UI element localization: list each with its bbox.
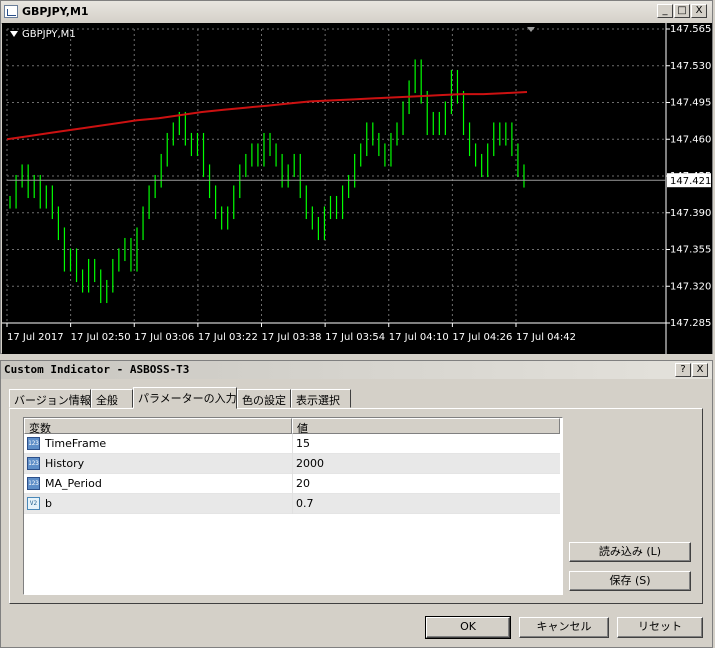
custom-indicator-dialog: Custom Indicator - ASBOSS-T3 ? X バージョン情報…: [0, 360, 713, 648]
x-tick-label: 17 Jul 03:38: [262, 332, 322, 343]
minimize-button[interactable]: _: [657, 4, 673, 18]
column-header-value[interactable]: 値: [292, 418, 560, 435]
chart-window-icon: [4, 5, 18, 18]
x-tick-label: 17 Jul 04:10: [389, 332, 449, 343]
moving-average-line: [6, 91, 528, 141]
double-type-icon: V2: [27, 497, 40, 510]
tab-parameters[interactable]: パラメーターの入力: [133, 387, 237, 409]
price-chart[interactable]: 147.565147.530147.495147.460147.425147.3…: [2, 23, 712, 354]
close-button[interactable]: X: [691, 4, 707, 18]
parameters-table: 変数 値 123 TimeFrame 15 123 History 2000 1…: [23, 417, 563, 595]
chart-symbol-label: GBPJPY,M1: [10, 29, 76, 40]
load-button[interactable]: 読み込み (L): [569, 542, 691, 562]
param-value[interactable]: 20: [296, 477, 310, 490]
y-tick-label: 147.460: [670, 134, 711, 145]
y-tick-label: 147.285: [670, 318, 711, 329]
x-tick-label: 17 Jul 03:06: [134, 332, 194, 343]
ok-button[interactable]: OK: [425, 616, 511, 639]
param-value[interactable]: 0.7: [296, 497, 314, 510]
chart-canvas: 147.565147.530147.495147.460147.425147.3…: [2, 23, 711, 354]
dialog-title: Custom Indicator - ASBOSS-T3: [4, 363, 190, 376]
param-name: b: [45, 497, 52, 510]
column-divider: [292, 434, 293, 514]
chart-symbol-text: GBPJPY,M1: [22, 29, 76, 40]
chart-window-title: GBPJPY,M1: [22, 5, 89, 18]
x-tick-label: 17 Jul 04:42: [516, 332, 576, 343]
x-tick-label: 17 Jul 04:26: [452, 332, 512, 343]
tab-colors[interactable]: 色の設定: [237, 389, 291, 408]
integer-type-icon: 123: [27, 477, 40, 490]
chart-window: GBPJPY,M1 _ □ X 147.565 147.530 147.495 147…: [0, 0, 713, 354]
integer-type-icon: 123: [27, 457, 40, 470]
current-price-label: 147.421: [670, 176, 711, 187]
cancel-button[interactable]: キャンセル: [519, 617, 609, 638]
integer-type-icon: 123: [27, 437, 40, 450]
y-tick-label: 147.320: [670, 281, 711, 292]
maximize-button[interactable]: □: [674, 4, 690, 18]
y-tick-label: 147.390: [670, 208, 711, 219]
x-tick-label: 17 Jul 02:50: [71, 332, 131, 343]
help-button[interactable]: ?: [675, 363, 691, 377]
param-name: History: [45, 457, 85, 470]
column-header-variable[interactable]: 変数: [24, 418, 292, 435]
param-name: MA_Period: [45, 477, 102, 490]
dialog-close-button[interactable]: X: [692, 363, 708, 377]
param-value[interactable]: 2000: [296, 457, 324, 470]
param-value[interactable]: 15: [296, 437, 310, 450]
parameters-panel: 変数 値 123 TimeFrame 15 123 History 2000 1…: [9, 408, 703, 604]
dialog-titlebar[interactable]: Custom Indicator - ASBOSS-T3 ? X: [1, 361, 712, 379]
y-tick-label: 147.565: [670, 24, 711, 35]
reset-button[interactable]: リセット: [617, 617, 703, 638]
chart-titlebar[interactable]: GBPJPY,M1 _ □ X: [1, 1, 712, 24]
param-name: TimeFrame: [45, 437, 107, 450]
save-button[interactable]: 保存 (S): [569, 571, 691, 591]
tab-version-info[interactable]: バージョン情報: [9, 389, 91, 408]
y-tick-label: 147.530: [670, 61, 711, 72]
tab-general[interactable]: 全般: [91, 389, 133, 408]
dropdown-triangle-icon: [10, 31, 18, 37]
y-tick-label: 147.355: [670, 245, 711, 256]
x-tick-label: 17 Jul 03:54: [325, 332, 385, 343]
tab-visualization[interactable]: 表示選択: [291, 389, 351, 408]
x-tick-label: 17 Jul 03:22: [198, 332, 258, 343]
y-tick-label: 147.495: [670, 98, 711, 109]
x-tick-label: 17 Jul 2017: [7, 332, 64, 343]
